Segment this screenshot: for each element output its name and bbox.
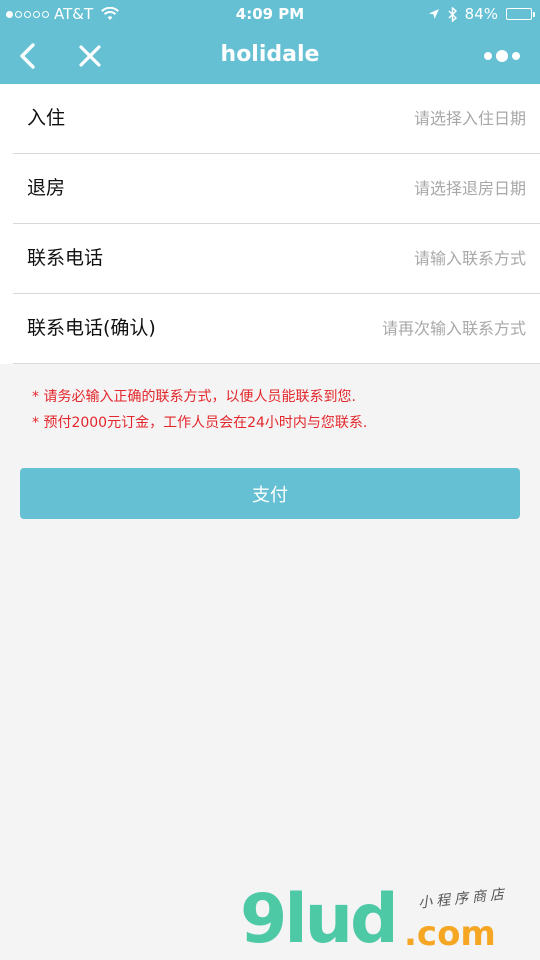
- notice-text: * 请务必输入正确的联系方式，以便人员能联系到您. * 预付2000元订金，工作…: [32, 384, 532, 436]
- location-arrow-icon: [428, 9, 439, 19]
- status-bar: AT&T 4:09 PM 84%: [0, 0, 540, 28]
- phone-confirm-row[interactable]: 联系电话(确认): [13, 294, 540, 364]
- checkout-date-input[interactable]: [266, 172, 526, 204]
- phone-input[interactable]: [266, 242, 526, 274]
- phone-confirm-input[interactable]: [266, 312, 526, 344]
- watermark-tagline: 小程序商店: [417, 886, 509, 912]
- battery-percent: 84%: [464, 5, 498, 23]
- watermark-logo: 9lud: [240, 880, 399, 959]
- watermark: 9lud .com 小程序商店: [240, 886, 536, 956]
- checkout-row[interactable]: 退房: [13, 154, 540, 224]
- battery-icon: [506, 8, 535, 20]
- page-title: holidale: [220, 42, 320, 67]
- status-right: 84%: [428, 0, 535, 28]
- top-bar: AT&T 4:09 PM 84% holidale: [0, 0, 540, 84]
- notice-line-contact: * 请务必输入正确的联系方式，以便人员能联系到您.: [32, 389, 356, 405]
- notice-line-deposit: * 预付2000元订金，工作人员会在24小时内与您联系.: [32, 415, 368, 431]
- phone-label: 联系电话: [27, 247, 104, 269]
- bluetooth-icon: [448, 6, 457, 22]
- more-options-icon[interactable]: [482, 38, 522, 74]
- checkout-label: 退房: [27, 177, 66, 199]
- phone-row[interactable]: 联系电话: [13, 224, 540, 294]
- checkin-row[interactable]: 入住: [13, 84, 540, 154]
- checkin-label: 入住: [27, 107, 66, 129]
- booking-form: 入住 退房 联系电话 联系电话(确认): [0, 84, 540, 364]
- checkin-date-input[interactable]: [266, 102, 526, 134]
- pay-button[interactable]: 支付: [20, 468, 520, 519]
- watermark-domain: .com: [404, 914, 496, 954]
- phone-confirm-label: 联系电话(确认): [27, 317, 156, 339]
- navigation-bar: holidale: [0, 28, 540, 84]
